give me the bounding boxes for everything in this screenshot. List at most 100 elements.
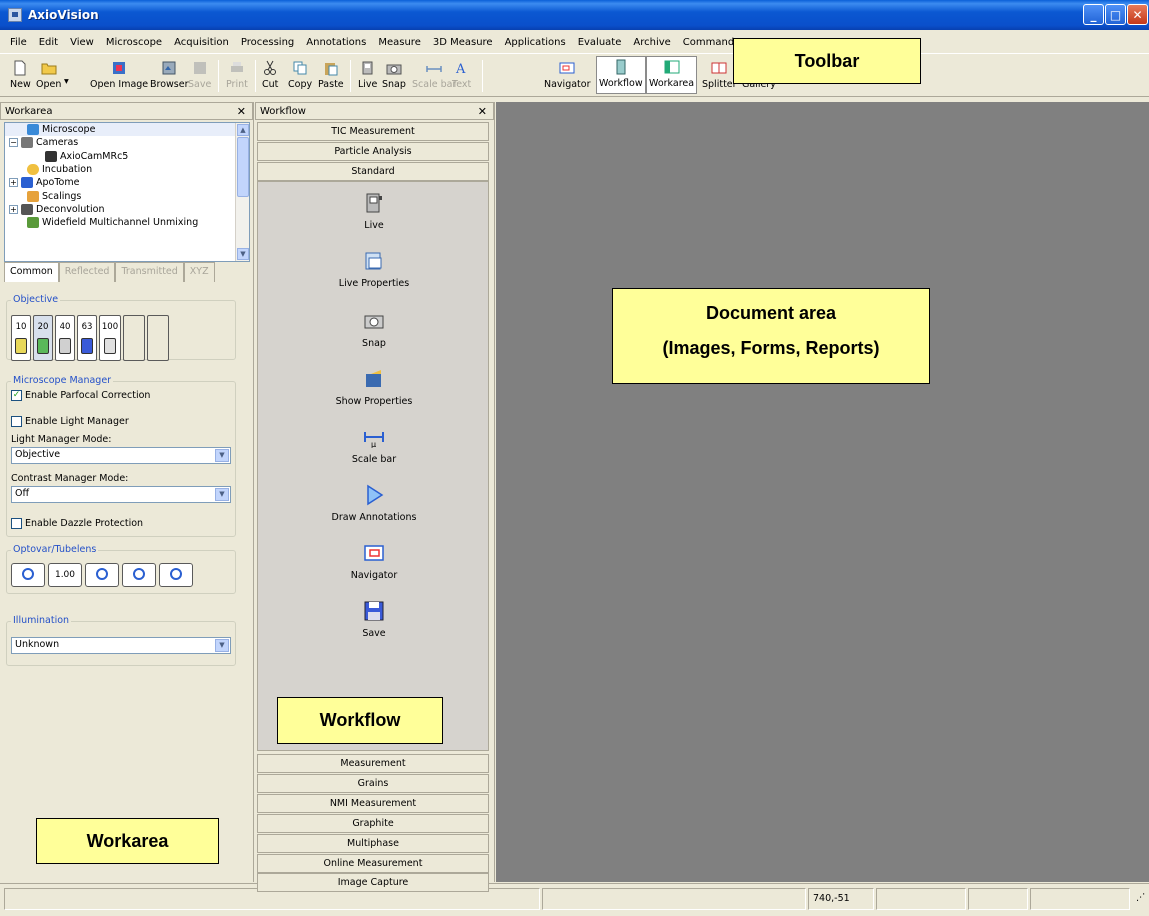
resize-grip-icon[interactable]: ⋰	[1132, 888, 1146, 910]
tab-xyz[interactable]: XYZ	[183, 262, 215, 282]
document-area[interactable]	[496, 102, 1149, 882]
live-button[interactable]: Live	[358, 58, 377, 94]
menu-microscope[interactable]: Microscope	[100, 37, 168, 48]
scale-bar-button[interactable]: Scale bar	[412, 58, 456, 94]
workflow-category-online[interactable]: Online Measurement	[257, 854, 489, 873]
scroll-up-icon[interactable]: ▲	[237, 124, 249, 136]
optovar-button[interactable]	[122, 563, 156, 587]
light-manager-checkbox-row[interactable]: Enable Light Manager	[11, 416, 129, 427]
workflow-category-standard[interactable]: Standard	[257, 162, 489, 181]
workflow-snap[interactable]: Snap	[258, 310, 490, 349]
objective-20-button[interactable]: 20	[33, 315, 53, 361]
collapse-icon[interactable]: −	[9, 138, 18, 148]
toolbar-separator	[482, 60, 483, 92]
minimize-button[interactable]: _	[1083, 4, 1104, 25]
scroll-thumb[interactable]	[237, 137, 249, 197]
splitter-button[interactable]: Splitter	[702, 58, 737, 94]
optovar-button[interactable]	[159, 563, 193, 587]
workflow-category-particle[interactable]: Particle Analysis	[257, 142, 489, 161]
open-image-button[interactable]: Open Image	[90, 58, 148, 94]
menu-3d-measure[interactable]: 3D Measure	[427, 37, 499, 48]
tab-reflected[interactable]: Reflected	[58, 262, 116, 282]
browser-button[interactable]: Browser	[150, 58, 189, 94]
workflow-show-properties[interactable]: Show Properties	[258, 368, 490, 407]
menu-archive[interactable]: Archive	[627, 37, 676, 48]
expand-icon[interactable]: +	[9, 204, 18, 214]
tree-item-apotome[interactable]: + ApoTome	[5, 176, 249, 189]
workflow-scale-bar[interactable]: µ Scale bar	[258, 426, 490, 465]
objective-40-button[interactable]: 40	[55, 315, 75, 361]
text-button[interactable]: A Text	[452, 58, 471, 94]
workflow-toggle-button[interactable]: Workflow	[596, 56, 646, 94]
open-dropdown-arrow[interactable]: ▾	[64, 76, 69, 87]
workflow-close-icon[interactable]: ✕	[478, 105, 487, 118]
chevron-down-icon[interactable]: ▼	[215, 639, 229, 652]
optovar-button[interactable]	[11, 563, 45, 587]
optovar-button[interactable]	[85, 563, 119, 587]
illumination-select[interactable]: Unknown ▼	[11, 637, 231, 654]
dazzle-checkbox-row[interactable]: Enable Dazzle Protection	[11, 518, 143, 529]
print-button[interactable]: Print	[226, 58, 248, 94]
objective-100-button[interactable]: 100	[99, 315, 121, 361]
tree-item-axiocam[interactable]: AxioCamMRc5	[5, 150, 249, 163]
hardware-tree[interactable]: Microscope − Cameras AxioCamMRc5 Incubat…	[4, 122, 250, 262]
workflow-category-nmi[interactable]: NMI Measurement	[257, 794, 489, 813]
workflow-draw-annotations[interactable]: Draw Annotations	[258, 484, 490, 523]
tab-transmitted[interactable]: Transmitted	[115, 262, 184, 282]
workflow-category-grains[interactable]: Grains	[257, 774, 489, 793]
tree-scrollbar[interactable]: ▲ ▼	[235, 123, 249, 261]
menu-acquisition[interactable]: Acquisition	[168, 37, 235, 48]
menu-annotations[interactable]: Annotations	[300, 37, 372, 48]
objective-empty-slot[interactable]	[147, 315, 169, 361]
open-button[interactable]: Open	[36, 58, 61, 94]
snap-button[interactable]: Snap	[382, 58, 406, 94]
workflow-save[interactable]: Save	[258, 600, 490, 639]
chevron-down-icon[interactable]: ▼	[215, 488, 229, 501]
workflow-live-properties[interactable]: Live Properties	[258, 250, 490, 289]
workflow-category-image-capture-label[interactable]: Image Capture	[257, 873, 489, 892]
menu-evaluate[interactable]: Evaluate	[572, 37, 628, 48]
workarea-toggle-button[interactable]: Workarea	[646, 56, 698, 94]
workflow-category-multiphase[interactable]: Multiphase	[257, 834, 489, 853]
light-manager-checkbox[interactable]	[11, 416, 22, 427]
tree-item-cameras[interactable]: − Cameras	[5, 136, 249, 149]
workflow-category-graphite[interactable]: Graphite	[257, 814, 489, 833]
close-button[interactable]: ✕	[1127, 4, 1148, 25]
expand-icon[interactable]: +	[9, 178, 18, 188]
parfocal-checkbox[interactable]: ✓	[11, 390, 22, 401]
new-button[interactable]: New	[10, 58, 31, 94]
menu-measure[interactable]: Measure	[372, 37, 427, 48]
tree-item-deconvolution[interactable]: + Deconvolution	[5, 203, 249, 216]
objective-empty-slot[interactable]	[123, 315, 145, 361]
dazzle-checkbox[interactable]	[11, 518, 22, 529]
tree-item-unmixing[interactable]: Widefield Multichannel Unmixing	[5, 216, 249, 229]
workflow-category-measurement[interactable]: Measurement	[257, 754, 489, 773]
menu-edit[interactable]: Edit	[33, 37, 64, 48]
light-manager-mode-select[interactable]: Objective ▼	[11, 447, 231, 464]
copy-button[interactable]: Copy	[288, 58, 312, 94]
parfocal-checkbox-row[interactable]: ✓ Enable Parfocal Correction	[11, 390, 150, 401]
maximize-button[interactable]: □	[1105, 4, 1126, 25]
tree-item-scalings[interactable]: Scalings	[5, 189, 249, 202]
menu-applications[interactable]: Applications	[499, 37, 572, 48]
workflow-category-tic[interactable]: TIC Measurement	[257, 122, 489, 141]
menu-view[interactable]: View	[64, 37, 100, 48]
workflow-live[interactable]: Live	[258, 192, 490, 231]
menu-processing[interactable]: Processing	[235, 37, 300, 48]
contrast-manager-mode-select[interactable]: Off ▼	[11, 486, 231, 503]
objective-10-button[interactable]: 10	[11, 315, 31, 361]
chevron-down-icon[interactable]: ▼	[215, 449, 229, 462]
menu-file[interactable]: File	[4, 37, 33, 48]
objective-63-button[interactable]: 63	[77, 315, 97, 361]
tree-item-microscope[interactable]: Microscope	[5, 123, 249, 137]
tree-item-incubation[interactable]: Incubation	[5, 163, 249, 176]
workarea-close-icon[interactable]: ✕	[237, 105, 246, 118]
workflow-navigator[interactable]: Navigator	[258, 542, 490, 581]
cut-button[interactable]: Cut	[262, 58, 278, 94]
tab-common[interactable]: Common	[4, 262, 59, 282]
optovar-value-button[interactable]: 1.00	[48, 563, 82, 587]
scroll-down-icon[interactable]: ▼	[237, 248, 249, 260]
navigator-button[interactable]: Navigator	[544, 58, 590, 94]
save-button[interactable]: Save	[188, 58, 211, 94]
paste-button[interactable]: Paste	[318, 58, 344, 94]
